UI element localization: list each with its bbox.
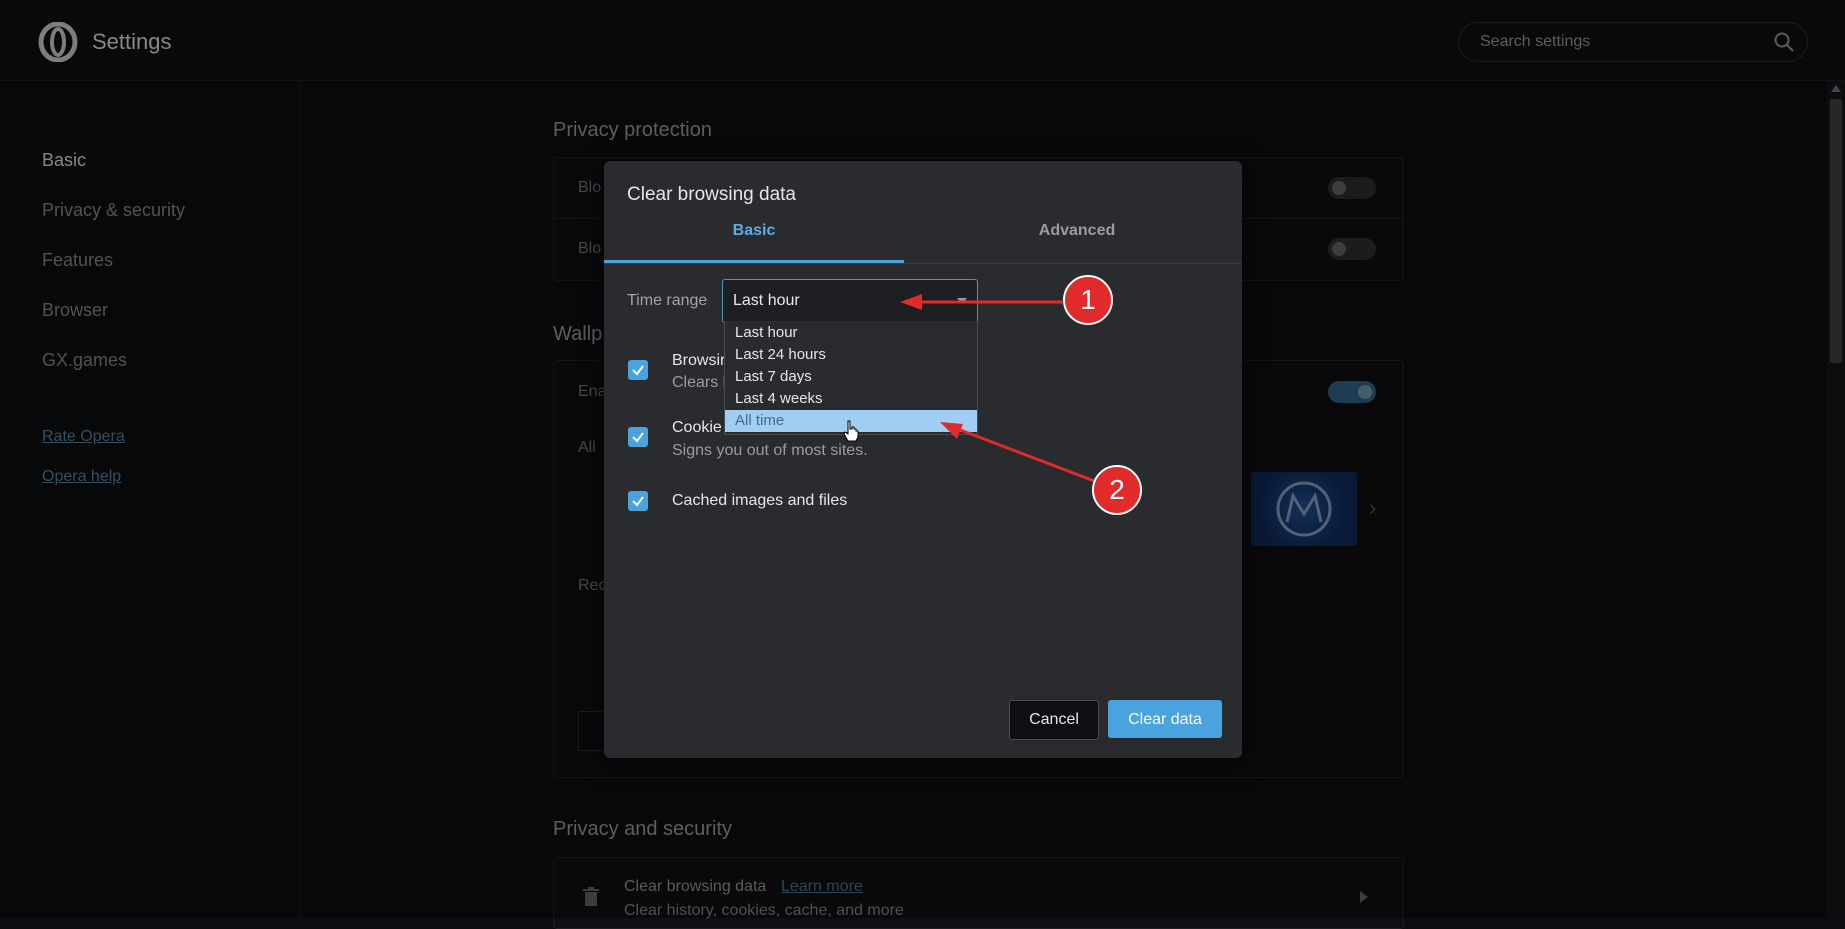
annotation-arrows (900, 294, 1098, 484)
annotation-badge-1: 1 (1063, 275, 1113, 325)
annotation-badge-2: 2 (1092, 465, 1142, 515)
